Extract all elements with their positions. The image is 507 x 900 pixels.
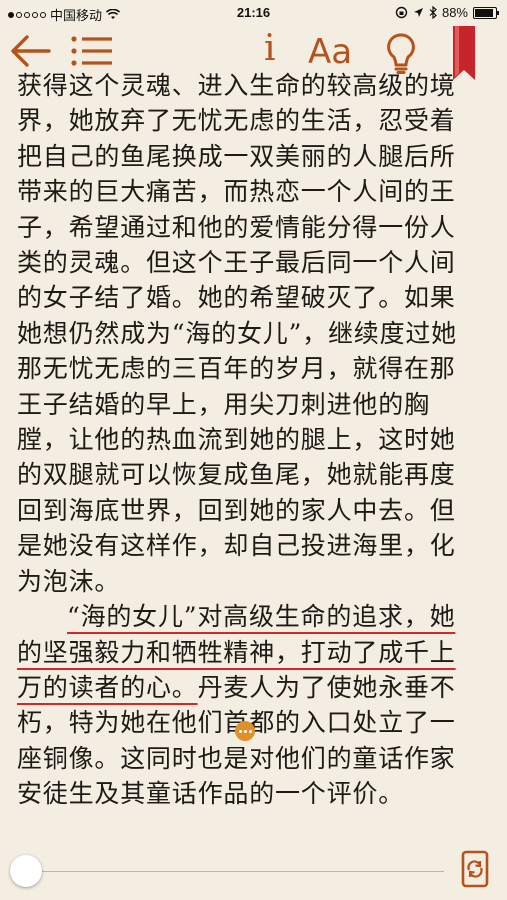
orientation-lock-icon: [395, 6, 408, 19]
rotation-lock-button[interactable]: [460, 850, 490, 892]
bluetooth-icon: [429, 6, 437, 19]
table-of-contents-button[interactable]: [70, 34, 114, 72]
page-progress-track[interactable]: [26, 871, 444, 872]
page-progress-slider[interactable]: [10, 855, 42, 887]
location-icon: [413, 8, 423, 17]
status-bar: 中国移动 21:16 88%: [0, 0, 507, 26]
note-marker-icon[interactable]: [235, 721, 255, 741]
arrow-left-icon: [11, 35, 51, 67]
status-right: 88%: [395, 5, 499, 20]
reader-bottom-bar: [0, 836, 507, 900]
list-icon: [71, 36, 112, 66]
book-info-button[interactable]: i: [264, 28, 276, 69]
font-settings-button[interactable]: Aa: [308, 32, 352, 72]
battery-icon: [473, 6, 499, 19]
book-page-text: 获得这个灵魂、进入生命的较高级的境界，她放弃了无忧无虑的生活，忍受着把自己的鱼尾…: [17, 68, 479, 812]
battery-percent: 88%: [441, 5, 468, 20]
rotation-lock-icon: [461, 850, 489, 888]
paragraph: 获得这个灵魂、进入生命的较高级的境界，她放弃了无忧无虑的生活，忍受着把自己的鱼尾…: [17, 71, 457, 596]
back-button[interactable]: [10, 34, 52, 72]
paragraph: “海的女儿”对高级生命的追求，她的坚强毅力和牺牲精神，打动了成千上万的读者的心。…: [17, 599, 479, 811]
